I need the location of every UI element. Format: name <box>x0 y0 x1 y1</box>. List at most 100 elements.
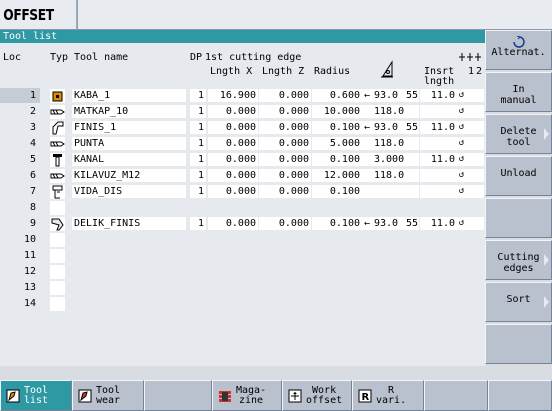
length-x-cell[interactable]: 0.000 <box>208 153 258 166</box>
coolant-2-cell[interactable] <box>475 153 484 166</box>
coolant-1-cell[interactable] <box>466 217 475 230</box>
length-x-cell[interactable]: 0.000 <box>208 105 258 118</box>
type-cell[interactable] <box>50 265 65 279</box>
radius-cell[interactable]: 0.100 <box>312 217 362 230</box>
softkey-empty-8[interactable] <box>485 324 552 364</box>
spindle-direction-cell[interactable]: ↺ <box>457 185 466 198</box>
spindle-direction-cell[interactable]: ↺ <box>457 89 466 102</box>
coolant-1-cell[interactable] <box>466 153 475 166</box>
coolant-2-cell[interactable] <box>475 121 484 134</box>
radius-cell[interactable]: 0.100 <box>312 121 362 134</box>
dp-cell[interactable]: 1 <box>190 105 206 118</box>
length-z-cell[interactable]: 0.000 <box>259 185 311 198</box>
coolant-2-cell[interactable] <box>475 217 484 230</box>
length-x-cell[interactable]: 0.000 <box>208 121 258 134</box>
softkey-empty-3[interactable] <box>144 380 212 411</box>
drill-icon[interactable] <box>50 137 65 151</box>
length-z-cell[interactable]: 0.000 <box>259 137 311 150</box>
softkey-sort[interactable]: Sort <box>485 282 552 322</box>
dp-cell[interactable]: 1 <box>190 121 206 134</box>
insert-length-cell[interactable]: 11.0 <box>420 153 457 166</box>
table-row[interactable]: 5 KANAL 1 0.000 0.000 0.100 3.000 11.0 ↺ <box>0 152 485 167</box>
dp-cell[interactable]: 1 <box>190 137 206 150</box>
softkey-delete-tool[interactable]: Delete tool <box>485 114 552 154</box>
turning-tool-icon[interactable] <box>50 89 65 103</box>
spindle-direction-cell[interactable]: ↺ <box>457 217 466 230</box>
softkey-tool-list[interactable]: Tool list <box>0 380 72 411</box>
cutting-direction-cell[interactable] <box>362 185 372 198</box>
coolant-1-cell[interactable] <box>466 89 475 102</box>
insert-length-cell[interactable] <box>420 137 457 150</box>
radius-cell[interactable]: 5.000 <box>312 137 362 150</box>
table-row[interactable]: 4 PUNTA 1 0.000 0.000 5.000 118.0 ↺ <box>0 136 485 151</box>
dp-cell[interactable]: 1 <box>190 153 206 166</box>
tool-name-cell[interactable]: FINIS_1 <box>72 121 186 134</box>
softkey-cutting-edges[interactable]: Cutting edges <box>485 240 552 280</box>
spindle-direction-cell[interactable]: ↺ <box>457 105 466 118</box>
tool-name-cell[interactable]: VIDA_DIS <box>72 185 186 198</box>
coolant-2-cell[interactable] <box>475 185 484 198</box>
table-row[interactable]: 3 FINIS_1 1 0.000 0.000 0.100 ← 93.0 55 11.0 ↺ <box>0 120 485 135</box>
dp-cell[interactable]: 1 <box>190 169 206 182</box>
type-cell[interactable] <box>50 249 65 263</box>
type-cell[interactable] <box>50 233 65 247</box>
softkey-work-offset[interactable]: Work offset <box>282 380 352 411</box>
radius-cell[interactable]: 0.100 <box>312 153 362 166</box>
spindle-direction-cell[interactable]: ↺ <box>457 121 466 134</box>
table-row[interactable]: 11 <box>0 248 485 263</box>
cutting-direction-cell[interactable] <box>362 169 372 182</box>
coolant-1-cell[interactable] <box>466 185 475 198</box>
table-row[interactable]: 9 DELIK_FINIS 1 0.000 0.000 0.100 ← 93.0 55 11.0 ↺ <box>0 216 485 231</box>
spindle-direction-cell[interactable]: ↺ <box>457 153 466 166</box>
type-cell[interactable] <box>50 297 65 311</box>
tool-name-cell[interactable]: MATKAP_10 <box>72 105 186 118</box>
softkey-empty-7[interactable] <box>424 380 488 411</box>
cutting-direction-cell[interactable]: ← <box>362 217 372 230</box>
softkey-r-vari[interactable]: R R vari. <box>352 380 424 411</box>
length-z-cell[interactable]: 0.000 <box>259 217 311 230</box>
insert-length-cell[interactable] <box>420 169 457 182</box>
length-x-cell[interactable]: 16.900 <box>208 89 258 102</box>
table-row[interactable]: 14 <box>0 296 485 311</box>
softkey-in-manual[interactable]: In manual <box>485 72 552 112</box>
cutting-direction-cell[interactable]: ← <box>362 121 372 134</box>
spindle-direction-cell[interactable]: ↺ <box>457 137 466 150</box>
cutting-direction-cell[interactable] <box>362 105 372 118</box>
softkey-unload[interactable]: Unload <box>485 156 552 196</box>
tool-name-cell[interactable]: KANAL <box>72 153 186 166</box>
coolant-1-cell[interactable] <box>466 137 475 150</box>
radius-cell[interactable]: 10.000 <box>312 105 362 118</box>
table-row[interactable]: 2 MATKAP_10 1 0.000 0.000 10.000 118.0 ↺ <box>0 104 485 119</box>
length-z-cell[interactable]: 0.000 <box>259 169 311 182</box>
drill-icon[interactable] <box>50 169 65 183</box>
length-x-cell[interactable]: 0.000 <box>208 185 258 198</box>
cutting-direction-cell[interactable] <box>362 153 372 166</box>
tool-name-cell[interactable]: DELIK_FINIS <box>72 217 186 230</box>
insert-length-cell[interactable]: 11.0 <box>420 121 457 134</box>
table-row[interactable]: 1 KABA_1 1 16.900 0.000 0.600 ← 93.0 55 11.0 ↺ <box>0 88 485 103</box>
coolant-1-cell[interactable] <box>466 105 475 118</box>
table-row[interactable]: 6 KILAVUZ_M12 1 0.000 0.000 12.000 118.0 ↺ <box>0 168 485 183</box>
coolant-2-cell[interactable] <box>475 137 484 150</box>
softkey-tool-wear[interactable]: Tool wear <box>72 380 144 411</box>
table-row[interactable]: 7 VIDA_DIS 1 0.000 0.000 0.100 ↺ <box>0 184 485 199</box>
length-z-cell[interactable]: 0.000 <box>259 153 311 166</box>
table-row[interactable]: 12 <box>0 264 485 279</box>
table-row[interactable]: 13 <box>0 280 485 295</box>
dp-cell[interactable]: 1 <box>190 89 206 102</box>
insert-length-cell[interactable]: 11.0 <box>420 89 457 102</box>
grooving-tool-icon[interactable] <box>50 153 65 167</box>
type-cell[interactable] <box>50 201 65 215</box>
radius-cell[interactable]: 0.100 <box>312 185 362 198</box>
length-z-cell[interactable]: 0.000 <box>259 121 311 134</box>
insert-length-cell[interactable] <box>420 185 457 198</box>
boring-tool-icon[interactable] <box>50 217 65 231</box>
radius-cell[interactable]: 12.000 <box>312 169 362 182</box>
softkey-empty-5[interactable] <box>485 198 552 238</box>
type-cell[interactable] <box>50 281 65 295</box>
table-row[interactable]: 8 <box>0 200 485 215</box>
coolant-1-cell[interactable] <box>466 121 475 134</box>
drill-icon[interactable] <box>50 105 65 119</box>
length-x-cell[interactable]: 0.000 <box>208 169 258 182</box>
length-x-cell[interactable]: 0.000 <box>208 137 258 150</box>
